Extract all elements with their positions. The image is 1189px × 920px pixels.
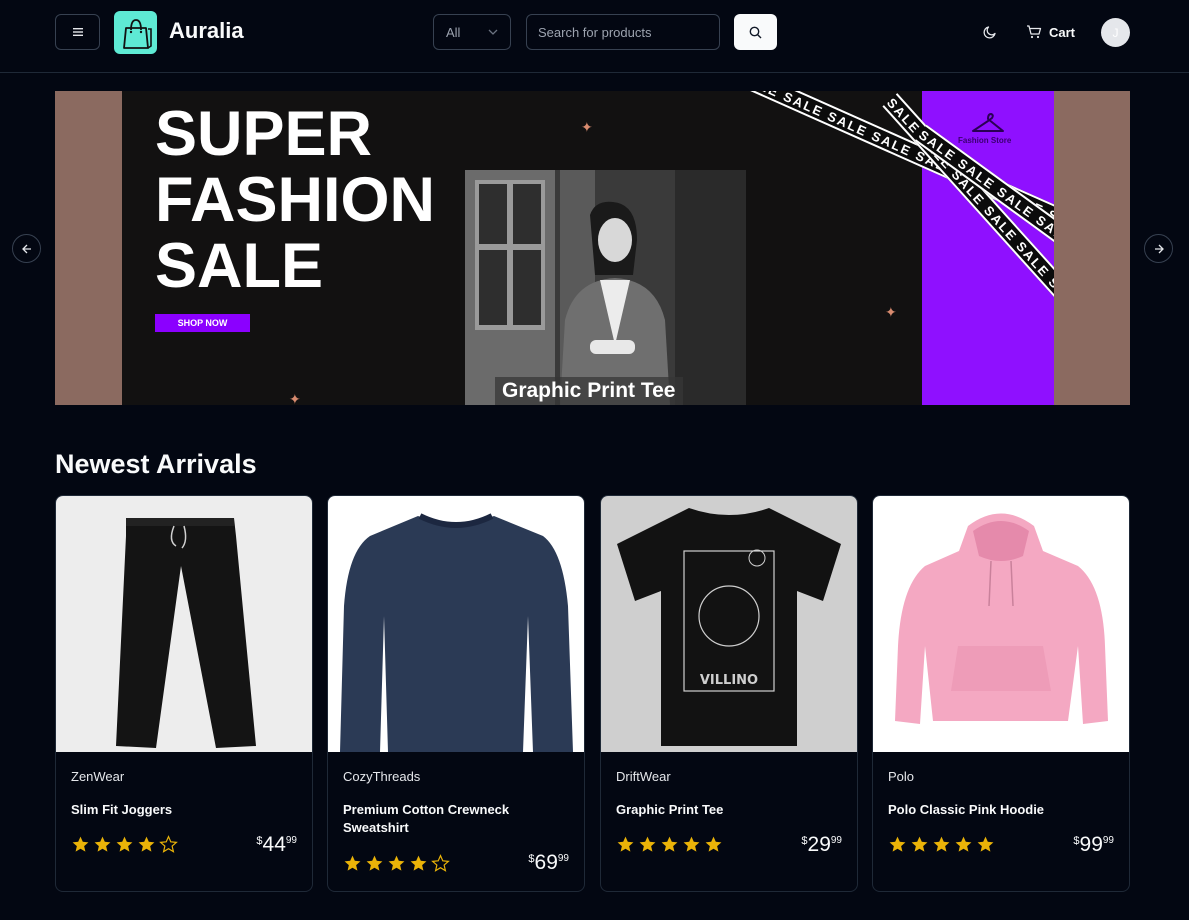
search-icon	[749, 26, 762, 38]
star-filled-icon	[955, 836, 972, 852]
star-filled-icon	[617, 836, 634, 852]
star-filled-icon	[388, 855, 405, 871]
sparkle-decoration: ✦	[289, 391, 301, 405]
product-brand: ZenWear	[71, 769, 125, 784]
price-whole: 99	[1079, 833, 1103, 856]
price-cents: 99	[285, 835, 297, 846]
site-header: Auralia All Cart J	[0, 0, 1189, 73]
price-cents: 99	[557, 853, 569, 864]
product-name[interactable]: Polo Classic Pink Hoodie	[888, 801, 1088, 819]
chevron-down-icon	[488, 29, 498, 35]
avatar[interactable]: J	[1101, 18, 1130, 47]
price-whole: 69	[534, 851, 558, 874]
hanger-icon	[972, 113, 1004, 132]
product-image[interactable]: VILLINO	[601, 496, 857, 752]
moon-icon	[983, 26, 996, 39]
star-filled-icon	[705, 836, 722, 852]
star-rating	[616, 835, 723, 854]
sparkle-decoration: ✦	[885, 304, 897, 320]
hero-banner-image: SUPER FASHION SALE SHOP NOW Fashion Stor…	[122, 91, 1054, 405]
product-name[interactable]: Premium Cotton Crewneck Sweatshirt	[343, 801, 543, 837]
shop-now-button[interactable]: SHOP NOW	[155, 314, 250, 332]
product-card[interactable]: Polo Polo Classic Pink Hoodie $ 99 99	[872, 495, 1130, 892]
star-empty-icon	[431, 854, 450, 872]
search-button[interactable]	[734, 14, 777, 50]
carousel-prev-button[interactable]	[12, 234, 41, 263]
store-label: Fashion Store	[958, 136, 1012, 145]
sparkle-decoration: ✦	[581, 119, 593, 135]
model-photo	[465, 170, 746, 405]
star-rating	[343, 854, 450, 873]
product-price: $ 69 99	[528, 852, 569, 874]
product-name[interactable]: Graphic Print Tee	[616, 801, 816, 819]
shopping-bag-icon	[122, 18, 152, 49]
cart-button[interactable]: Cart	[1026, 20, 1075, 44]
price-whole: 44	[262, 833, 286, 856]
star-filled-icon	[639, 836, 656, 852]
star-filled-icon	[138, 836, 155, 852]
product-card[interactable]: CozyThreads Premium Cotton Crewneck Swea…	[327, 495, 585, 892]
cart-label: Cart	[1049, 24, 1076, 40]
product-image[interactable]	[328, 496, 584, 752]
product-name[interactable]: Slim Fit Joggers	[71, 801, 271, 819]
product-price: $ 99 99	[1073, 834, 1114, 856]
arrow-left-icon	[21, 244, 31, 253]
star-filled-icon	[683, 836, 700, 852]
slide-caption: Graphic Print Tee	[495, 377, 683, 405]
price-whole: 29	[807, 833, 831, 856]
menu-button[interactable]	[55, 14, 100, 50]
brand-name[interactable]: Auralia	[169, 18, 244, 44]
star-filled-icon	[72, 836, 89, 852]
star-filled-icon	[911, 836, 928, 852]
search-input[interactable]	[526, 14, 720, 50]
product-brand: CozyThreads	[343, 769, 421, 784]
star-filled-icon	[933, 836, 950, 852]
price-cents: 99	[1102, 835, 1114, 846]
star-empty-icon	[159, 835, 178, 853]
category-select[interactable]: All	[433, 14, 511, 50]
product-card[interactable]: VILLINO DriftWear Graphic Print Tee $ 29…	[600, 495, 858, 892]
product-image[interactable]	[56, 496, 312, 752]
product-price: $ 44 99	[256, 834, 297, 856]
price-cents: 99	[830, 835, 842, 846]
star-filled-icon	[116, 836, 133, 852]
section-title: Newest Arrivals	[55, 449, 257, 479]
star-filled-icon	[94, 836, 111, 852]
product-brand: DriftWear	[616, 769, 671, 784]
hero-headline: SUPER FASHION SALE	[155, 99, 436, 301]
svg-text:VILLINO: VILLINO	[700, 673, 758, 688]
arrow-right-icon	[1154, 244, 1164, 253]
star-filled-icon	[889, 836, 906, 852]
product-brand: Polo	[888, 769, 915, 784]
category-select-value: All	[446, 24, 461, 40]
star-filled-icon	[366, 855, 383, 871]
star-filled-icon	[977, 836, 994, 852]
star-filled-icon	[410, 855, 427, 871]
cart-icon	[1027, 25, 1042, 39]
menu-icon	[72, 28, 83, 36]
carousel-next-button[interactable]	[1144, 234, 1173, 263]
theme-toggle-button[interactable]	[976, 18, 1004, 46]
star-filled-icon	[344, 855, 361, 871]
product-card[interactable]: ZenWear Slim Fit Joggers $ 44 99	[55, 495, 313, 892]
logo[interactable]	[114, 11, 157, 54]
product-image[interactable]	[873, 496, 1129, 752]
star-rating	[888, 835, 995, 854]
star-filled-icon	[661, 836, 678, 852]
product-price: $ 29 99	[801, 834, 842, 856]
hero-banner[interactable]: SUPER FASHION SALE SHOP NOW Fashion Stor…	[55, 91, 1130, 405]
star-rating	[71, 835, 178, 854]
